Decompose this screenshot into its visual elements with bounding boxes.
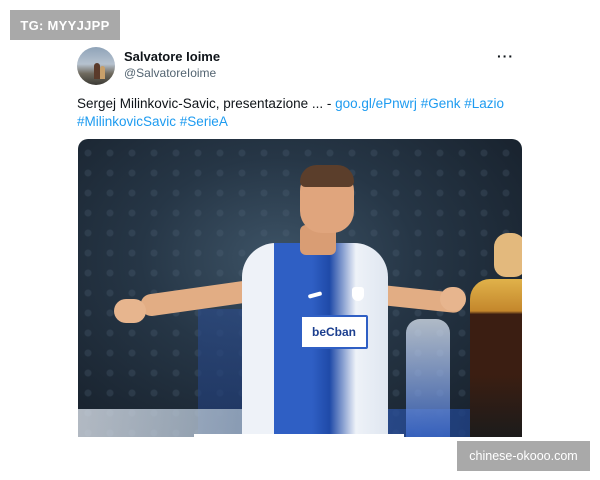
photo-left-hand	[114, 299, 146, 323]
tweet-text-plain: Sergej Milinkovic-Savic, presentazione .…	[77, 96, 336, 111]
photo-sponsor-text: beCban	[300, 315, 368, 349]
photo-player-hair	[300, 165, 354, 187]
hashtag-milinkovicsavic[interactable]: #MilinkovicSavic	[77, 114, 176, 129]
photo-right-hand	[440, 287, 466, 311]
photo-player-right	[470, 279, 522, 437]
author-handle[interactable]: @SalvatoreIoime	[124, 66, 216, 80]
hashtag-lazio[interactable]: #Lazio	[464, 96, 504, 111]
watermark-bottom-right: chinese-okooo.com	[457, 441, 590, 471]
tweet-text: Sergej Milinkovic-Savic, presentazione .…	[77, 95, 523, 131]
avatar-figure-2	[100, 66, 105, 79]
tweet-photo[interactable]: beCban	[78, 139, 522, 437]
hashtag-genk[interactable]: #Genk	[421, 96, 461, 111]
photo-club-crest	[352, 287, 364, 301]
photo-bottom-strip	[194, 434, 404, 438]
hashtag-seriea[interactable]: #SerieA	[180, 114, 228, 129]
more-horizontal-icon[interactable]: ···	[497, 48, 514, 64]
tweet-link[interactable]: goo.gl/ePnwrj	[335, 96, 417, 111]
watermark-top-left: TG: MYYJJPP	[10, 10, 120, 40]
photo-player-right-head	[494, 233, 522, 277]
photo-player-background	[406, 319, 450, 437]
author-name[interactable]: Salvatore Ioime	[124, 49, 220, 64]
avatar[interactable]	[77, 47, 115, 85]
